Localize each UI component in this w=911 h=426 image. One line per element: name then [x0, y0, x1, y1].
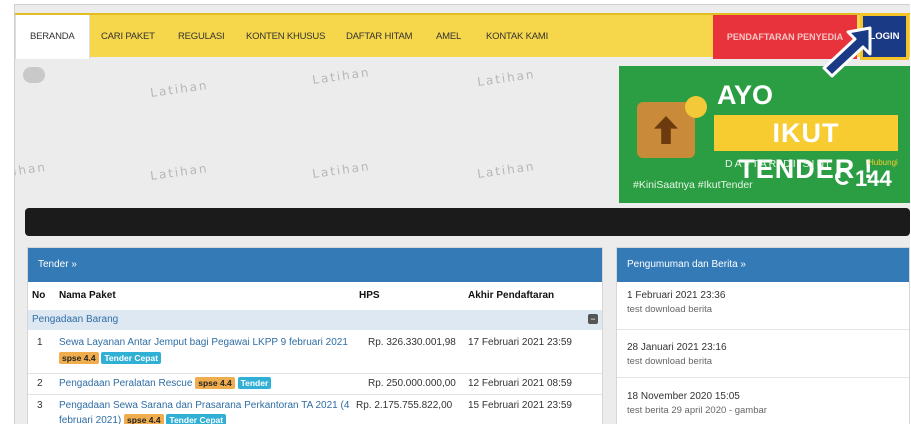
- row-hps: Rp. 250.000.000,00: [368, 378, 456, 389]
- row-deadline: 15 Februari 2021 23:59: [468, 400, 572, 411]
- news-item[interactable]: 1 Februari 2021 23:36 test download beri…: [617, 290, 909, 330]
- news-title[interactable]: test berita 29 april 2020 - gambar: [627, 405, 909, 416]
- ikut-tender-banner[interactable]: AYO IKUT TENDER ! DAFTAR DI SINI #KiniSa…: [619, 66, 910, 203]
- banner-hashtags: #KiniSaatnya #IkutTender: [633, 179, 753, 191]
- nav-regulasi[interactable]: REGULASI: [178, 15, 225, 59]
- coin-icon: [685, 96, 707, 118]
- news-date: 28 Januari 2021 23:16: [627, 342, 727, 353]
- row-hps: Rp. 326.330.001,98: [368, 337, 456, 348]
- page-frame: BERANDA CARI PAKET REGULASI KONTEN KHUSU…: [14, 4, 910, 424]
- slider-arrows-icon[interactable]: [23, 67, 45, 83]
- tender-type-badge: Tender Cepat: [101, 352, 162, 364]
- watermark: Latihan: [149, 160, 210, 184]
- row-hps: Rp. 2.175.755.822,00: [356, 400, 453, 411]
- news-panel: Pengumuman dan Berita » 1 Februari 2021 …: [616, 247, 910, 424]
- news-date: 1 Februari 2021 23:36: [627, 290, 726, 301]
- news-item[interactable]: 28 Januari 2021 23:16 test download beri…: [617, 336, 909, 378]
- banner-ayo: AYO: [717, 80, 774, 110]
- watermark: Latihan: [311, 64, 372, 88]
- nav-kontak-kami[interactable]: KONTAK KAMI: [486, 15, 548, 59]
- nav-beranda[interactable]: BERANDA: [15, 15, 90, 59]
- col-no: No: [32, 290, 46, 301]
- tender-type-badge: Tender Cepat: [166, 414, 227, 424]
- table-row: 1 Sewa Layanan Antar Jemput bagi Pegawai…: [28, 335, 602, 371]
- spse-badge: spse 4.4: [124, 414, 164, 424]
- news-item[interactable]: 18 November 2020 15:05 test berita 29 ap…: [617, 386, 909, 424]
- nav-amel[interactable]: AMEL: [436, 15, 461, 59]
- tender-type-badge: Tender: [237, 377, 272, 389]
- table-header: No Nama Paket HPS Akhir Pendaftaran: [28, 290, 602, 306]
- banner-daftar: DAFTAR DI SINI: [725, 158, 831, 170]
- col-name: Nama Paket: [59, 290, 116, 301]
- row-name-link[interactable]: Pengadaan Peralatan Rescue: [59, 378, 192, 389]
- spse-badge: spse 4.4: [195, 377, 235, 389]
- news-title[interactable]: test download berita: [627, 356, 909, 367]
- row-deadline: 12 Februari 2021 08:59: [468, 378, 572, 389]
- col-hps: HPS: [359, 290, 380, 301]
- tender-panel: Tender » No Nama Paket HPS Akhir Pendaft…: [27, 247, 603, 424]
- banner-ikut-tender: IKUT TENDER !: [714, 115, 898, 184]
- watermark: Latihan: [149, 77, 210, 101]
- spse-badge: spse 4.4: [59, 352, 99, 364]
- phone-icon: [835, 169, 851, 185]
- collapse-icon[interactable]: −: [588, 314, 598, 324]
- row-name-link-cont[interactable]: februari 2021): [59, 415, 121, 424]
- row-deadline: 17 Februari 2021 23:59: [468, 337, 572, 348]
- group-label: Pengadaan Barang: [32, 314, 119, 325]
- pointer-arrow-icon: [822, 26, 872, 78]
- row-no: 3: [37, 400, 43, 411]
- row-no: 2: [37, 378, 43, 389]
- news-title[interactable]: test download berita: [627, 304, 909, 315]
- watermark: Latihan: [476, 66, 537, 90]
- col-deadline: Akhir Pendaftaran: [468, 290, 555, 301]
- tender-panel-title[interactable]: Tender »: [28, 248, 602, 282]
- row-name-link[interactable]: Pengadaan Sewa Sarana dan Prasarana Perk…: [59, 400, 349, 411]
- banner-number: 144: [855, 166, 892, 191]
- news-date: 18 November 2020 15:05: [627, 391, 740, 402]
- nav-daftar-hitam[interactable]: DAFTAR HITAM: [346, 15, 413, 59]
- table-row: 2 Pengadaan Peralatan Rescue spse 4.4 Te…: [28, 376, 602, 394]
- watermark: Latihan: [311, 158, 372, 182]
- row-no: 1: [37, 337, 43, 348]
- news-panel-title[interactable]: Pengumuman dan Berita »: [617, 248, 909, 282]
- announcement-bar: [25, 208, 910, 236]
- table-row: 3 Pengadaan Sewa Sarana dan Prasarana Pe…: [28, 398, 602, 424]
- watermark: ihan: [14, 159, 48, 179]
- group-row[interactable]: Pengadaan Barang −: [28, 310, 602, 330]
- top-navbar: BERANDA CARI PAKET REGULASI KONTEN KHUSU…: [15, 13, 910, 60]
- row-name-link[interactable]: Sewa Layanan Antar Jemput bagi Pegawai L…: [59, 337, 348, 348]
- watermark: Latihan: [476, 158, 537, 182]
- nav-konten-khusus[interactable]: KONTEN KHUSUS: [246, 15, 325, 59]
- nav-cari-paket[interactable]: CARI PAKET: [101, 15, 155, 59]
